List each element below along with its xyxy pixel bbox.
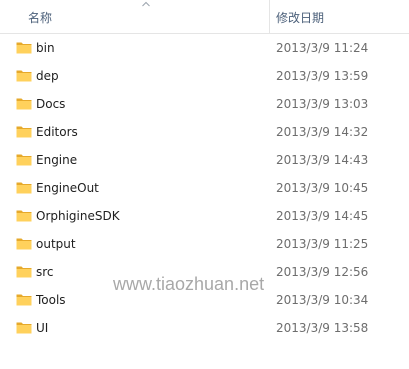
sort-up-icon	[142, 1, 150, 7]
folder-icon	[16, 322, 32, 334]
folder-icon	[16, 154, 32, 166]
file-name: Docs	[36, 97, 66, 111]
column-header-name[interactable]: 名称	[28, 9, 52, 26]
list-item[interactable]: UI 2013/3/9 13:58	[0, 314, 409, 342]
folder-icon	[16, 70, 32, 82]
file-name: Engine	[36, 153, 78, 167]
file-date: 2013/3/9 11:25	[276, 237, 369, 251]
file-date: 2013/3/9 11:24	[276, 41, 369, 55]
file-date: 2013/3/9 14:32	[276, 125, 369, 139]
file-name: bin	[36, 41, 55, 55]
file-date: 2013/3/9 13:03	[276, 97, 369, 111]
folder-icon	[16, 294, 32, 306]
folder-icon	[16, 266, 32, 278]
file-name: src	[36, 265, 54, 279]
list-item[interactable]: Docs 2013/3/9 13:03	[0, 90, 409, 118]
file-date: 2013/3/9 13:58	[276, 321, 369, 335]
column-divider[interactable]	[269, 0, 270, 34]
file-name: OrphigineSDK	[36, 209, 120, 223]
folder-icon	[16, 42, 32, 54]
file-list: bin 2013/3/9 11:24 dep 2013/3/9 13:59 Do…	[0, 34, 409, 342]
file-date: 2013/3/9 14:43	[276, 153, 369, 167]
file-date: 2013/3/9 10:34	[276, 293, 369, 307]
list-item[interactable]: output 2013/3/9 11:25	[0, 230, 409, 258]
file-name: Tools	[36, 293, 66, 307]
folder-icon	[16, 126, 32, 138]
list-item[interactable]: OrphigineSDK 2013/3/9 14:45	[0, 202, 409, 230]
file-date: 2013/3/9 13:59	[276, 69, 369, 83]
list-item[interactable]: EngineOut 2013/3/9 10:45	[0, 174, 409, 202]
file-name: EngineOut	[36, 181, 99, 195]
list-item[interactable]: bin 2013/3/9 11:24	[0, 34, 409, 62]
file-name: output	[36, 237, 76, 251]
file-name: UI	[36, 321, 49, 335]
file-date: 2013/3/9 12:56	[276, 265, 369, 279]
list-item[interactable]: Editors 2013/3/9 14:32	[0, 118, 409, 146]
file-date: 2013/3/9 14:45	[276, 209, 369, 223]
list-item[interactable]: dep 2013/3/9 13:59	[0, 62, 409, 90]
watermark-text: www.tiaozhuan.net	[113, 274, 265, 294]
folder-icon	[16, 238, 32, 250]
column-header-date-modified[interactable]: 修改日期	[276, 9, 324, 26]
folder-icon	[16, 182, 32, 194]
file-name: Editors	[36, 125, 78, 139]
file-date: 2013/3/9 10:45	[276, 181, 369, 195]
folder-icon	[16, 210, 32, 222]
list-item[interactable]: Engine 2013/3/9 14:43	[0, 146, 409, 174]
file-name: dep	[36, 69, 59, 83]
folder-icon	[16, 98, 32, 110]
column-header-bar: 名称 修改日期	[0, 0, 409, 34]
